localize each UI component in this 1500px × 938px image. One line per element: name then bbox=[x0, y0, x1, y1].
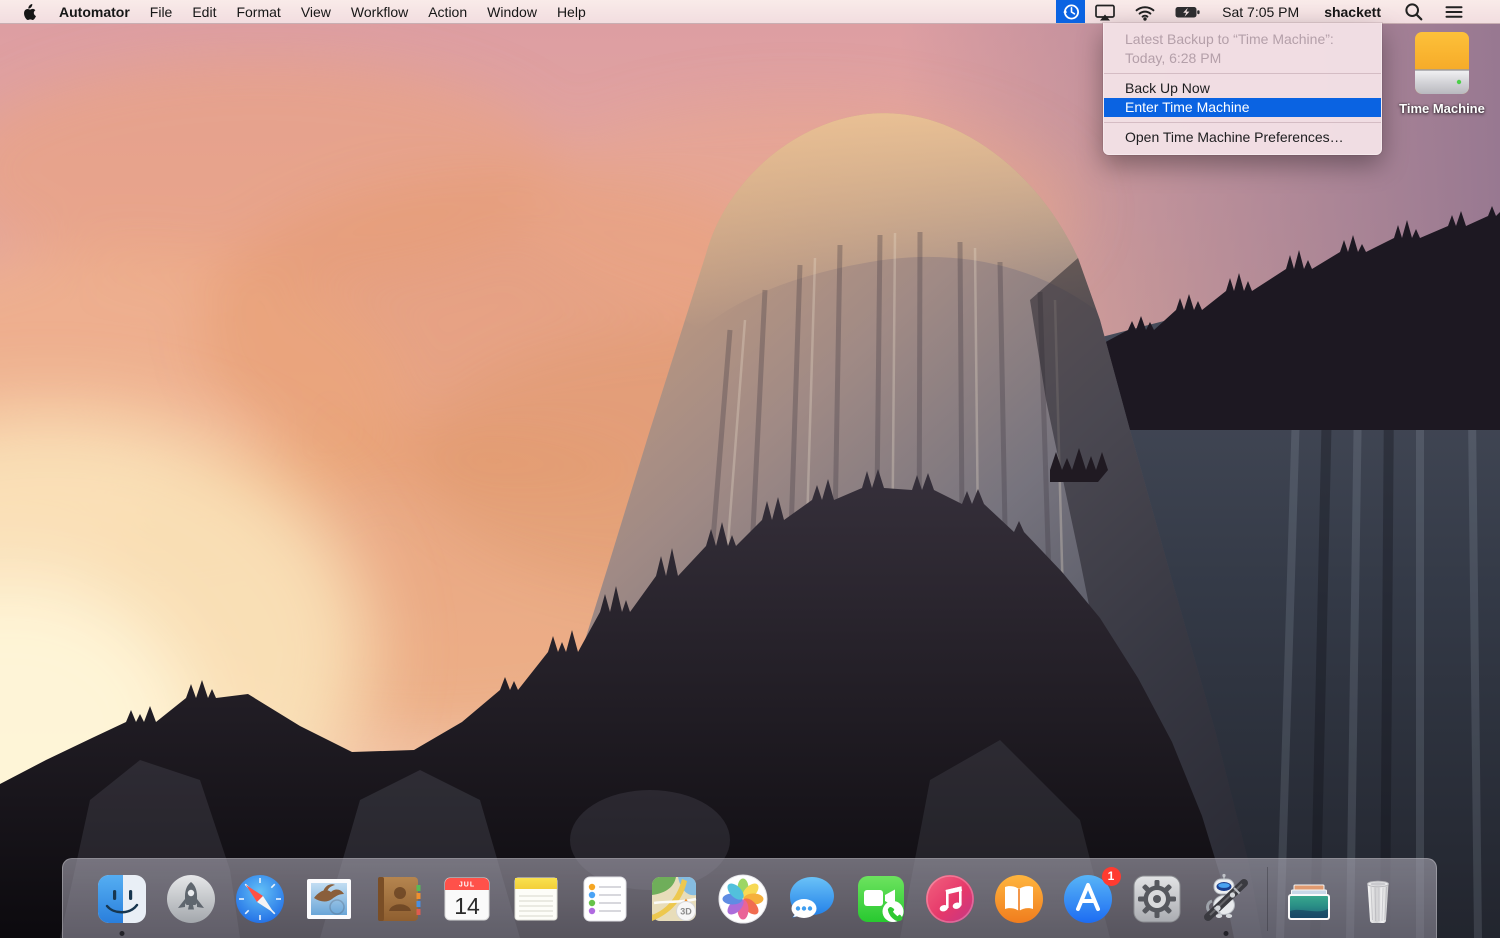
menu-bar: Automator File Edit Format View Workflow… bbox=[0, 0, 1500, 24]
dock-item-notes[interactable] bbox=[508, 871, 564, 927]
spotlight-search-icon bbox=[1405, 2, 1423, 20]
menu-file[interactable]: File bbox=[140, 4, 183, 20]
dock-item-calendar[interactable]: JUL 14 bbox=[439, 871, 495, 927]
menu-item-latest-backup-line2: Today, 6:28 PM bbox=[1125, 50, 1222, 66]
dock-item-desktop-pictures-stack[interactable] bbox=[1281, 871, 1337, 927]
desktop-icon-label: Time Machine bbox=[1399, 101, 1485, 116]
notification-center-menu-extra[interactable] bbox=[1434, 0, 1474, 23]
menu-format[interactable]: Format bbox=[226, 4, 290, 20]
menu-bar-left: Automator File Edit Format View Workflow… bbox=[0, 0, 596, 23]
dock-item-ibooks[interactable] bbox=[991, 871, 1047, 927]
menu-help[interactable]: Help bbox=[547, 4, 596, 20]
dock-item-trash[interactable] bbox=[1350, 871, 1406, 927]
menu-workflow[interactable]: Workflow bbox=[341, 4, 418, 20]
ibooks-icon bbox=[994, 874, 1043, 923]
battery-charging-icon bbox=[1175, 6, 1200, 17]
dock-item-messages[interactable] bbox=[784, 871, 840, 927]
dock-item-launchpad[interactable] bbox=[163, 871, 219, 927]
battery-menu-extra[interactable] bbox=[1165, 0, 1210, 23]
menu-item-open-time-machine-preferences[interactable]: Open Time Machine Preferences… bbox=[1104, 128, 1381, 147]
maps-icon: 3D bbox=[651, 876, 696, 921]
trash-icon bbox=[1366, 880, 1389, 923]
menu-item-back-up-now[interactable]: Back Up Now bbox=[1104, 79, 1381, 98]
contacts-icon bbox=[377, 876, 420, 921]
apple-menu[interactable] bbox=[0, 0, 49, 23]
app-store-badge: 1 bbox=[1101, 866, 1121, 886]
notification-center-icon bbox=[1445, 5, 1463, 18]
fast-user-switching-menu[interactable]: shackett bbox=[1311, 4, 1394, 20]
notes-icon bbox=[514, 877, 557, 920]
dock-item-finder[interactable] bbox=[94, 871, 150, 936]
calendar-month: JUL bbox=[458, 881, 474, 888]
dock-item-app-store[interactable]: 1 bbox=[1060, 866, 1121, 927]
dock-item-facetime[interactable] bbox=[853, 871, 909, 927]
desktop: Automator File Edit Format View Workflow… bbox=[0, 0, 1500, 938]
menu-item-enter-time-machine[interactable]: Enter Time Machine bbox=[1104, 98, 1381, 117]
running-indicator bbox=[1223, 930, 1228, 936]
dock: JUL 14 3D 1 bbox=[62, 858, 1437, 938]
menu-separator bbox=[1104, 73, 1381, 74]
dock-item-safari[interactable] bbox=[232, 871, 288, 927]
finder-icon bbox=[97, 874, 146, 923]
airplay-icon bbox=[1095, 4, 1115, 20]
itunes-icon bbox=[925, 874, 974, 923]
menu-bar-status: Sat 7:05 PM shackett bbox=[1056, 0, 1500, 23]
time-machine-menu: Latest Backup to “Time Machine”: Today, … bbox=[1103, 23, 1382, 155]
calendar-icon: JUL 14 bbox=[444, 877, 489, 920]
menu-action[interactable]: Action bbox=[418, 4, 477, 20]
system-preferences-icon bbox=[1133, 875, 1180, 922]
running-indicator bbox=[119, 930, 124, 936]
dock-item-maps[interactable]: 3D bbox=[646, 871, 702, 927]
dock-separator bbox=[1266, 866, 1268, 931]
time-machine-menu-extra[interactable] bbox=[1056, 0, 1086, 23]
menu-item-latest-backup-line1: Latest Backup to “Time Machine”: bbox=[1125, 31, 1334, 47]
automator-icon bbox=[1203, 873, 1248, 921]
spotlight-menu-extra[interactable] bbox=[1394, 0, 1434, 23]
airplay-menu-extra[interactable] bbox=[1085, 0, 1125, 23]
launchpad-icon bbox=[166, 874, 215, 923]
calendar-day: 14 bbox=[454, 893, 480, 919]
desktop-pictures-stack-icon bbox=[1287, 884, 1330, 920]
messages-icon bbox=[789, 876, 834, 918]
dock-item-contacts[interactable] bbox=[370, 871, 426, 927]
maps-3d-label: 3D bbox=[680, 906, 692, 916]
dock-item-photos[interactable] bbox=[715, 871, 771, 927]
dock-item-itunes[interactable] bbox=[922, 871, 978, 927]
menu-bar-clock[interactable]: Sat 7:05 PM bbox=[1210, 4, 1311, 20]
menu-edit[interactable]: Edit bbox=[182, 4, 226, 20]
menu-view[interactable]: View bbox=[291, 4, 341, 20]
dock-item-system-preferences[interactable] bbox=[1129, 871, 1185, 927]
photos-icon bbox=[718, 874, 767, 923]
dock-item-automator[interactable] bbox=[1198, 871, 1254, 936]
facetime-icon bbox=[857, 875, 904, 922]
external-drive-icon bbox=[1415, 32, 1469, 94]
apple-logo-icon bbox=[24, 3, 36, 20]
safari-icon bbox=[235, 874, 284, 923]
desktop-icon-time-machine[interactable]: Time Machine bbox=[1396, 30, 1488, 116]
time-machine-icon bbox=[1062, 4, 1079, 19]
menu-separator bbox=[1104, 122, 1381, 123]
app-menu-automator[interactable]: Automator bbox=[49, 4, 140, 20]
menu-window[interactable]: Window bbox=[477, 4, 547, 20]
mail-icon bbox=[306, 878, 351, 919]
dock-item-mail[interactable] bbox=[301, 871, 357, 927]
reminders-icon bbox=[583, 876, 626, 921]
dock-item-reminders[interactable] bbox=[577, 871, 633, 927]
wifi-icon bbox=[1135, 5, 1155, 21]
wifi-menu-extra[interactable] bbox=[1125, 0, 1165, 23]
